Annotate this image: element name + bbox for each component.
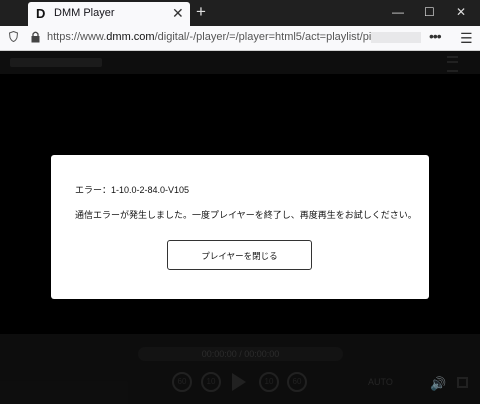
close-tab-icon[interactable]: ✕ [172, 5, 184, 21]
dmm-favicon-icon: D [36, 6, 46, 21]
tab-title: DMM Player [54, 7, 115, 19]
browser-tab[interactable]: D DMM Player ✕ [28, 2, 190, 26]
minimize-button[interactable]: — [392, 4, 404, 20]
error-message: 通信エラーが発生しました。一度プレイヤーを終了し、再度再生をお試しください。 [75, 210, 417, 220]
close-player-button[interactable]: プレイヤーを閉じる [167, 240, 312, 270]
url-prefix: https://www. [47, 31, 107, 43]
error-code: エラー：1-10.0-2-84.0-V105 [75, 185, 190, 195]
new-tab-button[interactable]: + [196, 3, 206, 21]
menu-icon[interactable]: ☰ [460, 30, 473, 47]
url-text[interactable]: https://www.dmm.com/digital/-/player/=/p… [47, 31, 384, 43]
more-actions-icon[interactable]: ••• [429, 28, 442, 44]
error-dialog: エラー：1-10.0-2-84.0-V105 通信エラーが発生しました。一度プレ… [51, 155, 429, 299]
url-host: dmm.com [106, 31, 155, 43]
browser-titlebar: D DMM Player ✕ + — ☐ ✕ [0, 0, 480, 26]
url-redacted [371, 32, 421, 43]
maximize-button[interactable]: ☐ [424, 4, 435, 20]
url-path: /digital/-/player/=/player=html5/act=pla… [154, 31, 384, 43]
address-bar: https://www.dmm.com/digital/-/player/=/p… [0, 26, 480, 51]
window-close-button[interactable]: ✕ [456, 4, 466, 20]
lock-icon[interactable] [31, 31, 40, 43]
shield-icon[interactable] [9, 31, 18, 42]
